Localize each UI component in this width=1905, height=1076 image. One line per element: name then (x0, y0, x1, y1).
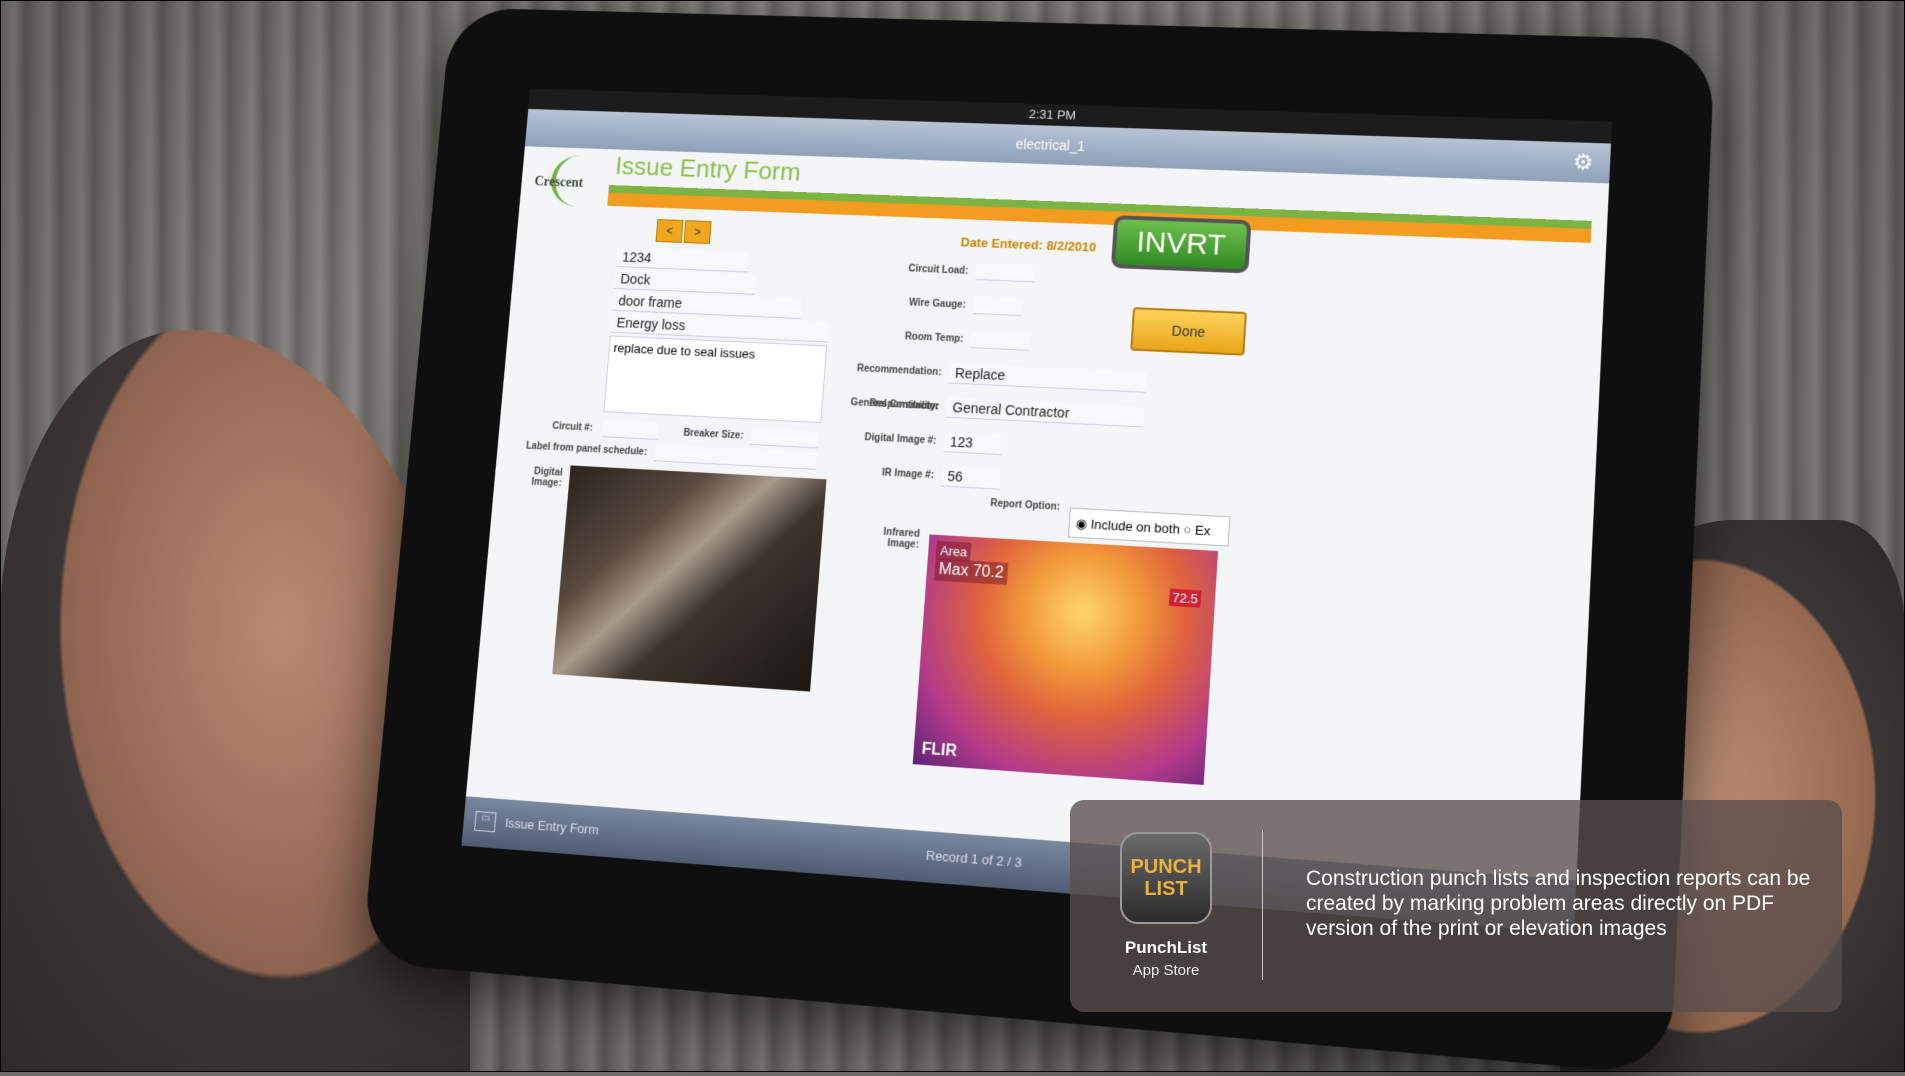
description-textarea[interactable]: replace due to seal issues (603, 335, 828, 424)
breaker-size-field[interactable] (750, 427, 819, 449)
panel-schedule-label: Label from panel schedule: (525, 440, 648, 458)
digital-photo[interactable] (552, 465, 827, 692)
radio-exclude[interactable]: ○ (1183, 522, 1196, 538)
store-field[interactable]: 1234 (615, 246, 749, 273)
room-temp-label: Room Temp: (904, 331, 964, 345)
overlay-divider (1262, 830, 1263, 980)
date-entered: Date Entered: 8/2/2010 (960, 234, 1097, 255)
ir-max-readout: Max 70.2 (934, 558, 1009, 585)
circuit-field[interactable] (601, 419, 659, 441)
digital-image-number-field[interactable]: 123 (943, 431, 1004, 456)
infrared-image[interactable]: Area Max 70.2 72.5 FLIR (912, 534, 1219, 785)
wire-gauge-field[interactable] (972, 296, 1024, 317)
ir-max-value: 70.2 (972, 562, 1005, 582)
digital-image-number-label: Digital Image #: (864, 432, 937, 447)
panel-schedule-field[interactable] (653, 443, 818, 470)
overlay-caption: Construction punch lists and inspection … (1306, 867, 1811, 940)
app-store-label: App Store (1132, 962, 1200, 979)
ir-image-number-field[interactable]: 56 (940, 465, 1002, 490)
circuit-label: Circuit #: (551, 421, 594, 434)
prev-record-button[interactable]: < (655, 219, 684, 243)
crescent-logo: Crescent (532, 154, 616, 213)
status-time: 2:31 PM (1028, 106, 1077, 123)
app-info-overlay: PUNCH LIST PunchList App Store Construct… (1070, 800, 1842, 1012)
app-name: PunchList (1124, 938, 1208, 957)
form-title: Issue Entry Form (614, 151, 802, 187)
window-title: electrical_1 (1015, 136, 1086, 154)
punchlist-app-icon[interactable]: PUNCH LIST (1120, 832, 1212, 924)
radio-include-on-both[interactable]: ◉ (1075, 516, 1091, 532)
report-option-value: Include on both (1090, 516, 1181, 537)
flir-logo: FLIR (921, 740, 958, 761)
report-option-radio-group[interactable]: ◉ Include on both ○ Ex (1067, 507, 1231, 547)
invrt-badge: INVRT (1110, 215, 1252, 274)
recommendation-label: Recommendation: (856, 363, 942, 379)
keyboard-icon[interactable]: ▭ (474, 810, 497, 833)
circuit-load-label: Circuit Load: (908, 263, 969, 277)
ir-max-label: Max (938, 560, 970, 580)
next-record-button[interactable]: > (683, 220, 712, 245)
record-counter: Record 1 of 2 / 3 (925, 847, 1023, 871)
ir-image-number-label: IR Image #: (881, 467, 935, 482)
ir-scale-top: 72.5 (1168, 588, 1202, 608)
digital-image-label: Digital Image: (530, 466, 563, 490)
report-option-other: Ex (1194, 522, 1211, 539)
responsibility-select[interactable]: General Contractor (945, 397, 1145, 428)
report-option-label: Report Option: (989, 498, 1061, 513)
recommendation-select[interactable]: Replace (948, 362, 1147, 393)
breaker-size-label: Breaker Size: (682, 427, 744, 442)
bottom-title: Issue Entry Form (504, 815, 600, 838)
logo-text: Crescent (533, 174, 584, 191)
responsibility-label-text: Responsibility: (868, 398, 940, 413)
wire-gauge-label: Wire Gauge: (908, 297, 967, 311)
infrared-image-label: Infrared Image: (883, 526, 921, 551)
room-temp-field[interactable] (970, 330, 1031, 351)
circuit-load-field[interactable] (975, 262, 1036, 283)
gear-icon[interactable]: ⚙ (1570, 149, 1596, 175)
done-button[interactable]: Done (1130, 307, 1247, 356)
